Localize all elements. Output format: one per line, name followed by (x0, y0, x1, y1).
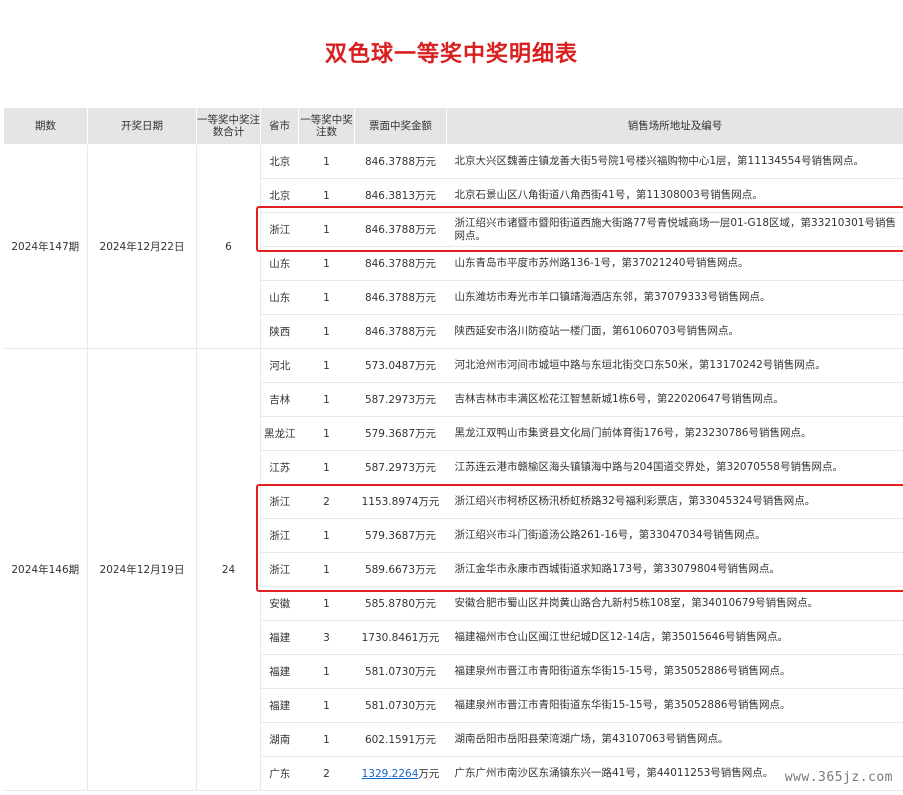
province-cell: 广东 (260, 756, 299, 791)
province-cell: 福建 (260, 620, 299, 655)
amount-cell: 846.3788万元 (354, 314, 447, 349)
province-cell: 浙江 (260, 212, 299, 247)
province-cell: 安徽 (260, 586, 299, 621)
count-cell: 1 (298, 144, 355, 179)
province-cell: 陕西 (260, 314, 299, 349)
address-cell: 福建泉州市晋江市青阳街道东华街15-15号，第35052886号销售网点。 (446, 654, 903, 689)
amount-cell: 579.3687万元 (354, 518, 447, 553)
province-cell: 河北 (260, 348, 299, 383)
count-cell: 1 (298, 654, 355, 689)
address-cell: 北京大兴区魏善庄镇龙善大街5号院1号楼兴福购物中心1层，第11134554号销售… (446, 144, 903, 179)
date-cell: 2024年12月22日 (87, 144, 197, 349)
address-cell: 黑龙江双鸭山市集贤县文化局门前体育街176号，第23230786号销售网点。 (446, 416, 903, 451)
header-address: 销售场所地址及编号 (446, 107, 903, 145)
count-cell: 1 (298, 688, 355, 723)
amount-cell: 846.3788万元 (354, 212, 447, 247)
address-cell: 福建福州市仓山区闽江世纪城D区12-14店，第35015646号销售网点。 (446, 620, 903, 655)
count-cell: 1 (298, 348, 355, 383)
amount-cell: 587.2973万元 (354, 450, 447, 485)
header-total: 一等奖中奖注数合计 (196, 107, 261, 145)
address-cell: 陕西延安市洛川防疫站一楼门面，第61060703号销售网点。 (446, 314, 903, 349)
amount-cell: 846.3813万元 (354, 178, 447, 213)
province-cell: 江苏 (260, 450, 299, 485)
count-cell: 1 (298, 178, 355, 213)
count-cell: 1 (298, 586, 355, 621)
issue-cell: 2024年147期 (3, 144, 88, 349)
count-cell: 2 (298, 756, 355, 791)
page-title: 双色球一等奖中奖明细表 (324, 42, 578, 67)
date-cell: 2024年12月19日 (87, 348, 197, 791)
amount-cell: 587.2973万元 (354, 382, 447, 417)
amount-cell: 602.1591万元 (354, 722, 447, 757)
count-cell: 1 (298, 416, 355, 451)
province-cell: 浙江 (260, 552, 299, 587)
province-cell: 山东 (260, 246, 299, 281)
province-cell: 北京 (260, 178, 299, 213)
address-cell: 浙江绍兴市柯桥区杨汛桥虹桥路32号福利彩票店，第33045324号销售网点。 (446, 484, 903, 519)
address-cell: 浙江绍兴市斗门街道汤公路261-16号，第33047034号销售网点。 (446, 518, 903, 553)
address-cell: 吉林吉林市丰满区松花江智慧新城1栋6号，第22020647号销售网点。 (446, 382, 903, 417)
province-cell: 福建 (260, 688, 299, 723)
province-cell: 北京 (260, 144, 299, 179)
issue-cell: 2024年146期 (3, 348, 88, 791)
table-row: 2024年147期 2024年12月22日 6 北京 1 846.3788万元 … (3, 144, 903, 349)
count-cell: 3 (298, 620, 355, 655)
header-amount: 票面中奖金额 (354, 107, 447, 145)
address-cell: 浙江金华市永康市西城街道求知路173号，第33079804号销售网点。 (446, 552, 903, 587)
amount-cell: 589.6673万元 (354, 552, 447, 587)
amount-cell: 581.0730万元 (354, 654, 447, 689)
watermark: www.365jz.com (784, 770, 893, 785)
header-province: 省市 (260, 107, 299, 145)
winners-table: 期数 开奖日期 一等奖中奖注数合计 省市 一等奖中奖注数 票面中奖金额 销售场所… (3, 107, 903, 791)
address-cell: 山东潍坊市寿光市羊口镇靖海酒店东邻，第37079333号销售网点。 (446, 280, 903, 315)
count-cell: 1 (298, 314, 355, 349)
header-issue: 期数 (3, 107, 88, 145)
total-cell: 6 (196, 144, 261, 349)
province-cell: 福建 (260, 654, 299, 689)
address-cell: 河北沧州市河间市城垣中路与东垣北街交口东50米，第13170242号销售网点。 (446, 348, 903, 383)
amount-cell: 579.3687万元 (354, 416, 447, 451)
address-cell: 北京石景山区八角街道八角西街41号，第11308003号销售网点。 (446, 178, 903, 213)
address-cell: 福建泉州市晋江市青阳街道东华街15-15号，第35052886号销售网点。 (446, 688, 903, 723)
amount-cell: 1153.8974万元 (354, 484, 447, 519)
province-cell: 山东 (260, 280, 299, 315)
count-cell: 2 (298, 484, 355, 519)
amount-cell: 573.0487万元 (354, 348, 447, 383)
amount-cell: 1730.8461万元 (354, 620, 447, 655)
header-date: 开奖日期 (87, 107, 197, 145)
count-cell: 1 (298, 450, 355, 485)
count-cell: 1 (298, 518, 355, 553)
amount-cell: 846.3788万元 (354, 246, 447, 281)
count-cell: 1 (298, 212, 355, 247)
amount-cell: 846.3788万元 (354, 280, 447, 315)
table-row: 2024年146期 2024年12月19日 24 河北 1 573.0487万元… (3, 348, 903, 791)
count-cell: 1 (298, 280, 355, 315)
province-cell: 吉林 (260, 382, 299, 417)
count-cell: 1 (298, 382, 355, 417)
address-cell: 江苏连云港市赣榆区海头镇镇海中路与204国道交界处，第32070558号销售网点… (446, 450, 903, 485)
amount-cell: 585.8780万元 (354, 586, 447, 621)
address-cell: 安徽合肥市蜀山区井岗黄山路合九新村5栋108室，第34010679号销售网点。 (446, 586, 903, 621)
amount-cell: 1329.2264万元 (354, 756, 447, 791)
address-cell: 湖南岳阳市岳阳县荣湾湖广场，第43107063号销售网点。 (446, 722, 903, 757)
total-cell: 24 (196, 348, 261, 791)
province-cell: 黑龙江 (260, 416, 299, 451)
address-cell: 浙江绍兴市诸暨市暨阳街道西施大街路77号青悦城商场一层01-G18区域，第332… (446, 212, 903, 247)
count-cell: 1 (298, 246, 355, 281)
province-cell: 浙江 (260, 484, 299, 519)
amount-unit: 万元 (418, 768, 440, 780)
province-cell: 浙江 (260, 518, 299, 553)
amount-cell: 581.0730万元 (354, 688, 447, 723)
amount-link[interactable]: 1329.2264 (362, 768, 419, 780)
address-cell: 山东青岛市平度市苏州路136-1号，第37021240号销售网点。 (446, 246, 903, 281)
header-count: 一等奖中奖注数 (298, 107, 355, 145)
count-cell: 1 (298, 722, 355, 757)
table-header-row: 期数 开奖日期 一等奖中奖注数合计 省市 一等奖中奖注数 票面中奖金额 销售场所… (3, 107, 903, 145)
province-cell: 湖南 (260, 722, 299, 757)
count-cell: 1 (298, 552, 355, 587)
amount-cell: 846.3788万元 (354, 144, 447, 179)
